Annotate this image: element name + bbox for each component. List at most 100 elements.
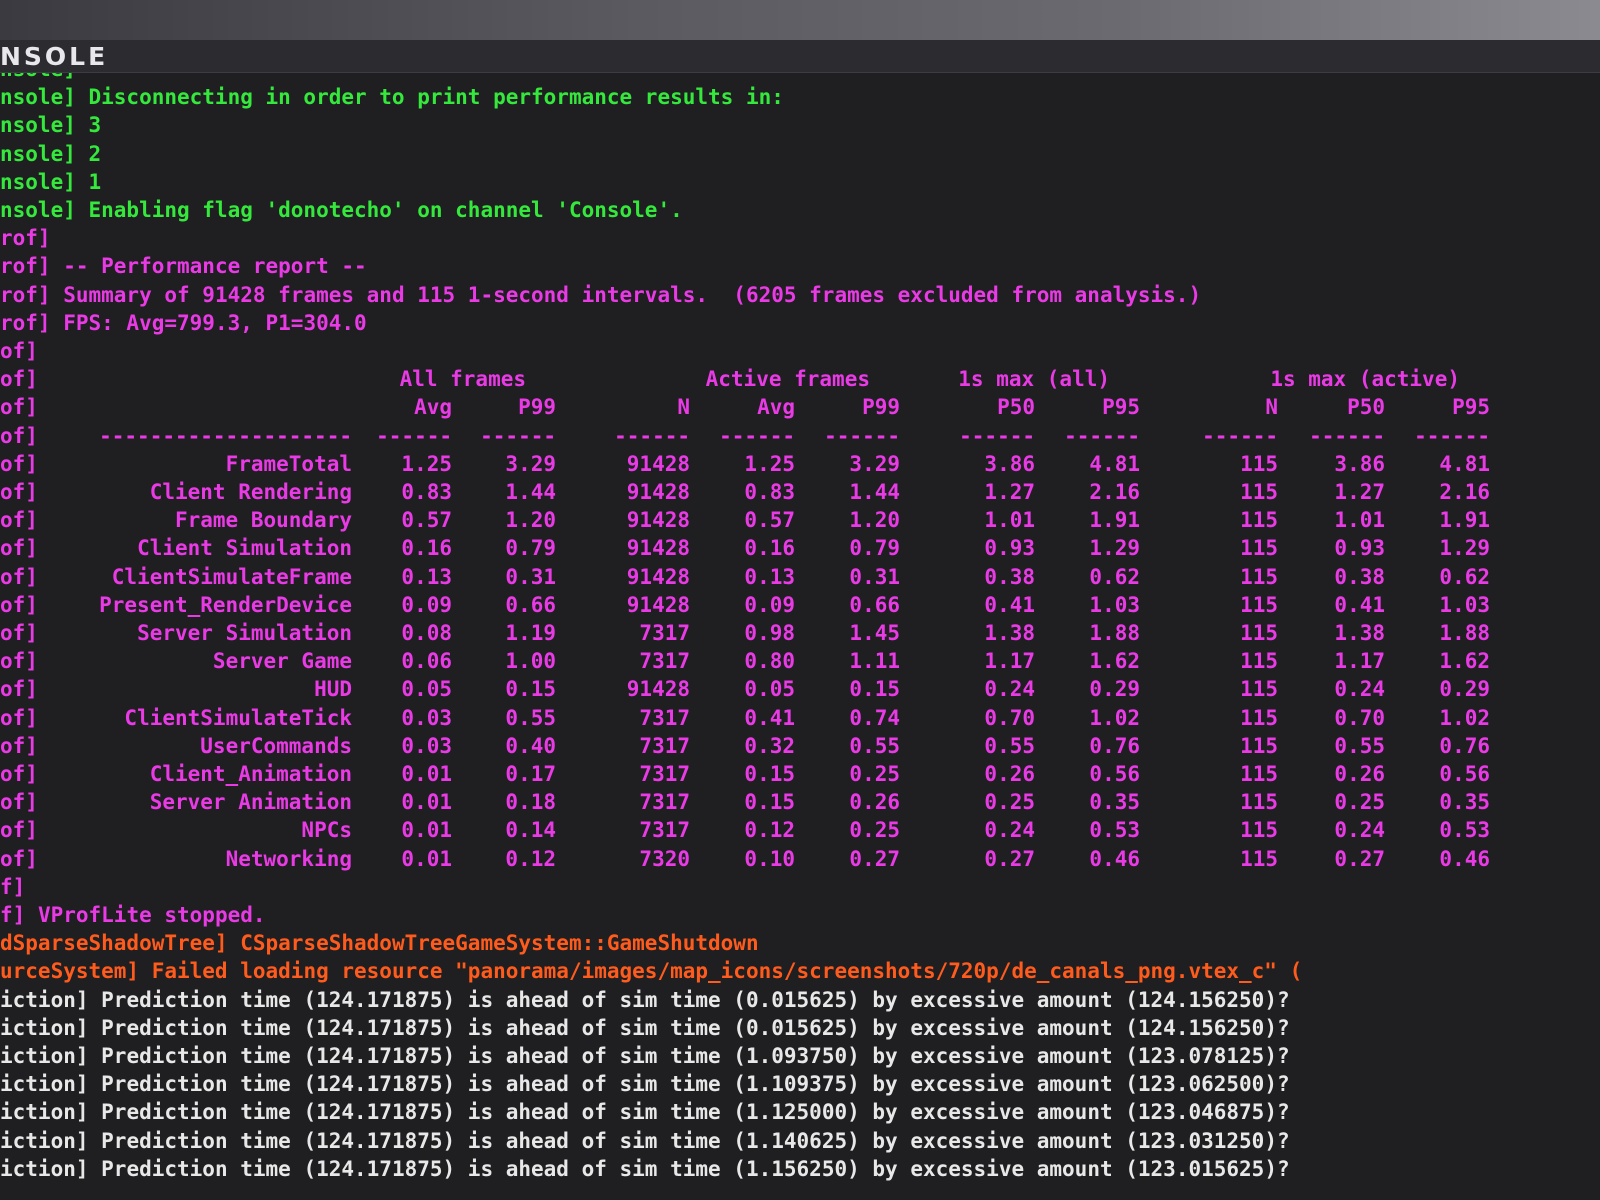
log-channel-prefix: f] [0, 874, 26, 899]
log-message: Summary of 91428 frames and 115 1-second… [50, 282, 1202, 307]
console-line: nsole] 2 [0, 140, 101, 168]
console-line: iction] Prediction time (124.171875) is … [0, 1014, 1290, 1042]
log-channel-prefix: of] [0, 564, 38, 589]
table-row-label: Present_RenderDevice [99, 592, 352, 617]
console-line: nsole] Disconnecting in order to print p… [0, 83, 784, 111]
table-cell: 0.35 [1439, 790, 1490, 815]
log-channel-prefix: iction] [0, 1044, 89, 1068]
table-cell: 0.55 [505, 705, 556, 730]
table-cell: 0.09 [744, 592, 795, 617]
table-cell: 91428 [626, 480, 690, 504]
table-cell: 0.55 [984, 733, 1035, 758]
log-channel-prefix: nsole] [0, 113, 76, 138]
table-cell: 0.01 [401, 790, 452, 815]
table-cell: 0.05 [401, 677, 452, 702]
table-cell: 91428 [626, 508, 690, 533]
table-divider: ------ [1064, 423, 1140, 448]
log-message: FPS: Avg=799.3, P1=304.0 [50, 310, 367, 335]
table-cell: 0.31 [849, 564, 900, 589]
console-line: iction] Prediction time (124.171875) is … [0, 1127, 1290, 1155]
table-cell: 1.27 [984, 480, 1035, 504]
table-cell: 0.70 [984, 705, 1035, 730]
table-divider: ------ [614, 423, 690, 448]
table-cell: 7317 [639, 733, 690, 758]
console-line: of] [0, 337, 38, 365]
log-message: CSparseShadowTreeGameSystem::GameShutdow… [227, 931, 759, 956]
table-cell: 3.86 [1334, 451, 1385, 476]
table-cell: 0.12 [744, 818, 795, 843]
table-group-header: All frames [399, 367, 526, 392]
table-cell: 0.55 [849, 733, 900, 758]
log-message: VProfLite stopped. [25, 903, 266, 927]
table-cell: 1.62 [1089, 649, 1140, 674]
table-cell: 0.83 [401, 480, 452, 504]
log-channel-prefix: nsole] [0, 85, 76, 110]
table-cell: 0.46 [1439, 846, 1490, 871]
table-cell: 1.91 [1089, 508, 1140, 533]
table-cell: 0.10 [744, 846, 795, 871]
table-cell: 1.00 [505, 649, 556, 674]
table-cell: 0.41 [744, 705, 795, 730]
table-cell: 1.44 [505, 480, 556, 504]
table-cell: 1.38 [1334, 621, 1385, 645]
table-cell: 1.88 [1439, 621, 1490, 645]
table-cell: 91428 [626, 564, 690, 589]
table-row-label: NPCs [301, 818, 352, 843]
log-message: Disconnecting in order to print performa… [75, 85, 784, 110]
log-channel-prefix: of] [0, 733, 38, 758]
table-cell: 0.27 [1334, 846, 1385, 871]
log-message: Failed loading resource "panorama/images… [139, 959, 1303, 984]
table-cell: 0.03 [401, 705, 452, 730]
table-cell: 0.06 [401, 649, 452, 674]
log-channel-prefix: urceSystem] [0, 959, 140, 984]
table-divider: ------ [1202, 423, 1278, 448]
table-cell: 115 [1240, 790, 1278, 815]
table-cell: 1.20 [849, 508, 900, 533]
table-cell: 0.26 [984, 762, 1035, 786]
log-channel-prefix: of] [0, 480, 38, 504]
console-output[interactable]: nsole]nsole] Disconnecting in order to p… [0, 73, 1600, 1200]
table-cell: 0.29 [1089, 677, 1140, 702]
log-message: Prediction time (124.171875) is ahead of… [88, 987, 1290, 1012]
console-titlebar: NSOLE [0, 40, 1600, 73]
table-cell: 0.26 [1334, 762, 1385, 786]
table-cell: 115 [1240, 705, 1278, 730]
table-cell: 91428 [626, 536, 690, 561]
table-cell: 0.24 [1334, 818, 1385, 843]
log-channel-prefix: nsole] [0, 198, 76, 222]
log-channel-prefix: iction] [0, 1100, 89, 1125]
table-divider: ------ [824, 423, 900, 448]
table-group-header: Active frames [705, 367, 870, 392]
table-cell: 0.01 [401, 762, 452, 786]
console-line: iction] Prediction time (124.171875) is … [0, 1070, 1290, 1098]
log-channel-prefix: of] [0, 818, 38, 843]
table-row-label: Client Simulation [137, 536, 352, 561]
table-column-header: N [677, 395, 690, 420]
log-message: Prediction time (124.171875) is ahead of… [88, 1100, 1290, 1125]
table-cell: 0.41 [1334, 592, 1385, 617]
table-cell: 115 [1240, 451, 1278, 476]
table-cell: 1.29 [1089, 536, 1140, 561]
table-cell: 115 [1240, 677, 1278, 702]
table-cell: 1.45 [849, 621, 900, 645]
log-channel-prefix: of] [0, 367, 38, 392]
log-channel-prefix: of] [0, 536, 38, 561]
table-cell: 0.53 [1439, 818, 1490, 843]
table-cell: 1.62 [1439, 649, 1490, 674]
table-cell: 7320 [639, 846, 690, 871]
table-cell: 0.62 [1089, 564, 1140, 589]
table-divider: ------ [480, 423, 556, 448]
log-channel-prefix: of] [0, 508, 38, 533]
table-cell: 0.24 [984, 818, 1035, 843]
table-cell: 3.29 [505, 451, 556, 476]
table-cell: 0.93 [1334, 536, 1385, 561]
table-column-header: P95 [1102, 395, 1140, 420]
table-cell: 0.38 [984, 564, 1035, 589]
table-cell: 0.24 [1334, 677, 1385, 702]
table-cell: 0.13 [744, 564, 795, 589]
log-channel-prefix: of] [0, 395, 38, 420]
table-cell: 0.66 [849, 592, 900, 617]
table-divider: -------------------- [99, 423, 352, 448]
table-cell: 1.44 [849, 480, 900, 504]
table-cell: 0.35 [1089, 790, 1140, 815]
